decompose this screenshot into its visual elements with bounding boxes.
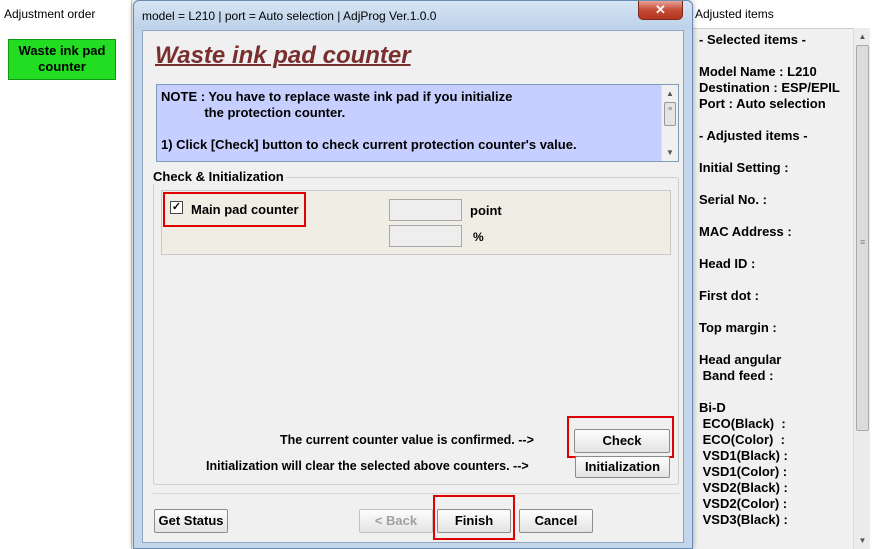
adjusted-items-line: MAC Address :	[699, 224, 792, 239]
adjusted-items-line: - Selected items -	[699, 32, 806, 47]
cancel-button[interactable]: Cancel	[519, 509, 593, 533]
check-instruction-text: The current counter value is confirmed. …	[280, 433, 534, 447]
adjusted-items-list: - Selected items - Model Name : L210 Des…	[691, 28, 861, 549]
adjusted-items-line: ECO(Color) :	[699, 432, 785, 447]
get-status-button[interactable]: Get Status	[154, 509, 228, 533]
page-title: Waste ink pad counter	[155, 42, 411, 69]
adjusted-items-line: First dot :	[699, 288, 759, 303]
point-value-field	[389, 199, 462, 221]
adjustment-order-panel: Adjustment order Waste ink pad counter	[0, 0, 132, 549]
scroll-down-arrow-icon[interactable]: ▼	[662, 144, 678, 161]
note-textbox[interactable]: NOTE : You have to replace waste ink pad…	[156, 84, 679, 162]
note-line: the protection counter.	[161, 105, 346, 120]
adjusted-items-line: Initial Setting :	[699, 160, 789, 175]
adjusted-items-line: Port : Auto selection	[699, 96, 826, 111]
note-line: NOTE : You have to replace waste ink pad…	[161, 89, 513, 104]
adjusted-items-line: - Adjusted items -	[699, 128, 808, 143]
waste-ink-dialog: model = L210 | port = Auto selection | A…	[133, 0, 693, 549]
adjusted-items-line: Serial No. :	[699, 192, 767, 207]
close-button[interactable]: ✕	[638, 1, 683, 20]
scrollbar-thumb[interactable]: ≡	[856, 45, 869, 431]
adjusted-items-panel: Adjusted items - Selected items - Model …	[691, 0, 877, 549]
scrollbar-thumb[interactable]: ≡	[664, 102, 676, 126]
initialization-instruction-text: Initialization will clear the selected a…	[206, 459, 529, 473]
finish-button[interactable]: Finish	[437, 509, 511, 533]
note-line: 1) Click [Check] button to check current…	[161, 137, 577, 152]
adjusted-items-line: VSD2(Color) :	[699, 496, 788, 511]
dialog-client-area: Waste ink pad counter NOTE : You have to…	[142, 30, 684, 543]
scroll-up-arrow-icon[interactable]: ▲	[854, 28, 871, 45]
close-icon: ✕	[655, 2, 666, 17]
adjusted-items-line: Bi-D	[699, 400, 726, 415]
percent-value-field	[389, 225, 462, 247]
divider	[153, 493, 679, 494]
dialog-titlebar[interactable]: model = L210 | port = Auto selection | A…	[134, 1, 692, 29]
adjusted-items-line: Head angular	[699, 352, 782, 367]
adjusted-items-title: Adjusted items	[695, 7, 774, 21]
point-unit-label: point	[470, 203, 502, 218]
dialog-title: model = L210 | port = Auto selection | A…	[142, 9, 437, 23]
grip-icon: ≡	[860, 237, 866, 247]
adjusted-items-line: Band feed :	[699, 368, 774, 383]
check-init-group-label: Check & Initialization	[151, 169, 286, 184]
adjusted-items-line: VSD2(Black) :	[699, 480, 788, 495]
main-pad-counter-label[interactable]: Main pad counter	[191, 202, 299, 217]
scroll-up-arrow-icon[interactable]: ▲	[662, 85, 678, 102]
adjusted-items-line: Top margin :	[699, 320, 777, 335]
check-button[interactable]: Check	[574, 429, 670, 453]
adjusted-items-line: VSD1(Color) :	[699, 464, 788, 479]
adjusted-items-line: Model Name : L210	[699, 64, 817, 79]
scroll-down-arrow-icon[interactable]: ▼	[854, 532, 871, 549]
main-pad-counter-checkbox[interactable]: ✓	[170, 201, 183, 214]
adjusted-items-line: VSD3(Black) :	[699, 512, 788, 527]
checkmark-icon: ✓	[171, 201, 182, 213]
back-button[interactable]: < Back	[359, 509, 433, 533]
note-scrollbar[interactable]: ▲ ≡ ▼	[661, 85, 678, 161]
adjusted-items-line: Head ID :	[699, 256, 756, 271]
adjusted-items-line: Destination : ESP/EPIL	[699, 80, 840, 95]
percent-unit-label: %	[473, 230, 484, 244]
initialization-button[interactable]: Initialization	[575, 456, 670, 478]
adjusted-items-line: ECO(Black) :	[699, 416, 786, 431]
adjusted-items-line: VSD1(Black) :	[699, 448, 788, 463]
adjustment-item-waste-ink-pad-counter[interactable]: Waste ink pad counter	[8, 39, 116, 80]
adjustment-order-title: Adjustment order	[4, 7, 96, 21]
adjusted-items-scrollbar[interactable]: ▲ ≡ ▼	[853, 28, 870, 549]
